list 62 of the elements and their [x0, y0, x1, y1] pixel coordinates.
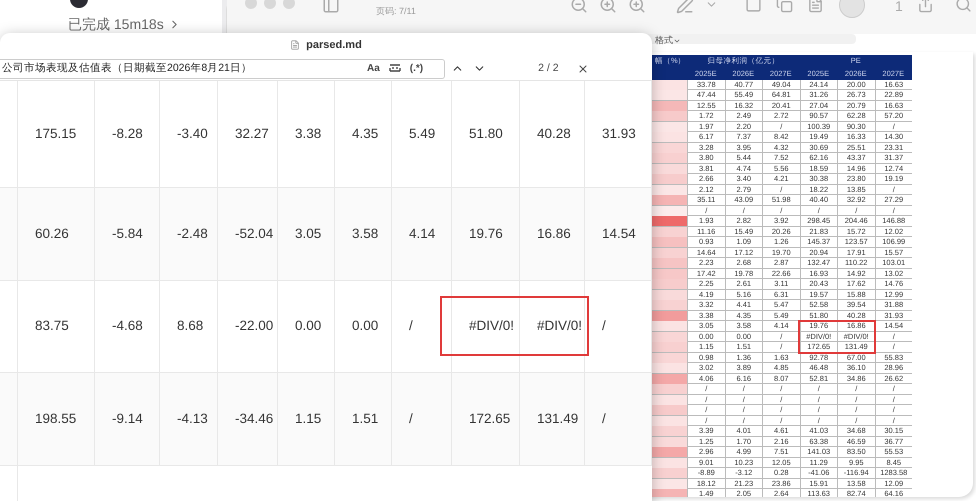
table-cell-text: -4.13 — [177, 410, 208, 428]
table-cell-text: 172.65 — [469, 410, 510, 428]
table-cell-text: 5.49 — [409, 124, 436, 143]
table-cell-text: 51.80 — [469, 124, 503, 143]
match-count: 2 / 2 — [538, 60, 559, 76]
match-case-button[interactable]: Aa — [367, 61, 380, 76]
table-cell-text: 1.15 — [295, 410, 322, 428]
window-title: parsed.md — [306, 38, 362, 53]
table-cell-text: -2.48 — [177, 224, 208, 243]
table-cell-text: / — [602, 410, 606, 428]
copy-icon[interactable] — [776, 0, 793, 13]
table-cell-text: 40.28 — [537, 124, 571, 143]
table-cell-text: 1.51 — [352, 410, 378, 428]
table-cell-text: #DIV/0! — [469, 317, 514, 336]
table-cell-text: 16.86 — [537, 224, 571, 243]
table-cell-text: -9.14 — [112, 410, 143, 428]
regex-button[interactable]: (.*) — [410, 61, 424, 76]
table-cell-text: 3.05 — [295, 224, 322, 243]
zoom-in-icon[interactable] — [599, 0, 617, 14]
sidebar-icon[interactable] — [322, 0, 340, 14]
table-cell-text: -52.04 — [235, 224, 274, 243]
table-cell-text: 131.49 — [537, 410, 578, 428]
whole-word-icon[interactable] — [388, 64, 401, 73]
table-cell-text: #DIV/0! — [537, 317, 582, 336]
table-cell-text: -3.40 — [177, 124, 208, 143]
status-link[interactable]: 已完成 15m18s — [68, 14, 181, 35]
table-cell-text: -4.68 — [112, 317, 143, 336]
close-icon[interactable] — [576, 62, 589, 74]
document-icon — [290, 40, 300, 50]
table-cell-text: 0.00 — [295, 317, 322, 336]
table-cell-text: 0.00 — [352, 317, 378, 336]
zoom-in-icon[interactable] — [628, 0, 646, 14]
pen-icon[interactable] — [676, 0, 694, 14]
table-cell-text: -5.84 — [112, 224, 143, 243]
table-cell-text: 175.15 — [35, 124, 76, 143]
table-cell-text: 3.58 — [352, 224, 378, 243]
table-cell-text: 19.76 — [469, 224, 503, 243]
format-menu[interactable]: 格式 — [655, 34, 681, 48]
table-cell-text: 32.27 — [235, 124, 269, 143]
search-icon[interactable] — [955, 0, 972, 13]
window-button-icon[interactable] — [264, 0, 276, 9]
window-button-icon[interactable] — [283, 0, 295, 9]
table-cell-text: 83.75 — [35, 317, 69, 336]
window-button-icon[interactable] — [245, 0, 257, 9]
table-cell-text: / — [602, 317, 606, 336]
table-cell-text: / — [409, 317, 413, 336]
toolbar-count: 1 — [895, 0, 903, 16]
table-cell-text: 31.93 — [602, 124, 636, 143]
page-indicator: 页码: 7/11 — [376, 5, 416, 18]
table-cell-text: / — [409, 410, 413, 428]
table-cell-text: 4.14 — [409, 224, 436, 243]
share-icon[interactable] — [917, 0, 934, 13]
table-cell-text: 60.26 — [35, 224, 69, 243]
table-cell-text: 4.35 — [352, 124, 378, 143]
table-cell-text: 14.54 — [602, 224, 636, 243]
zoom-out-icon[interactable] — [570, 0, 588, 14]
table-cell-text: -8.28 — [112, 124, 143, 143]
table-cell-text: 8.68 — [177, 317, 204, 336]
table-cell-text: -22.00 — [235, 317, 274, 336]
table-cell-text: -34.46 — [235, 410, 274, 428]
table-cell-text: 198.55 — [35, 410, 76, 428]
table-cell-text: 3.38 — [295, 124, 322, 143]
